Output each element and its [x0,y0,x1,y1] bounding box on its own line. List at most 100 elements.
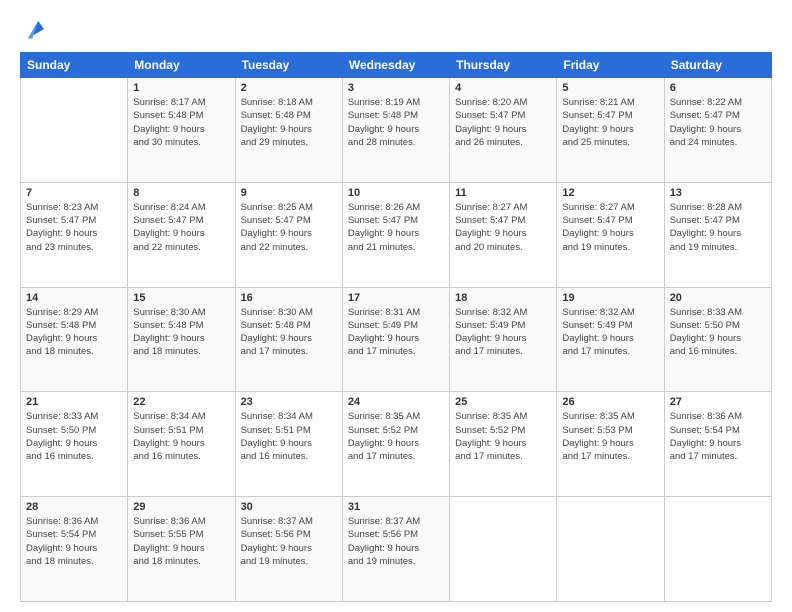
week-row-1: 7 Sunrise: 8:23 AM Sunset: 5:47 PM Daylig… [21,182,772,287]
day-info: Sunrise: 8:31 AM Sunset: 5:49 PM Dayligh… [348,306,444,359]
day-info: Sunrise: 8:37 AM Sunset: 5:56 PM Dayligh… [241,515,337,568]
day-number: 1 [133,82,229,94]
day-info: Sunrise: 8:30 AM Sunset: 5:48 PM Dayligh… [133,306,229,359]
logo-icon [22,18,44,40]
calendar-cell: 27 Sunrise: 8:36 AM Sunset: 5:54 PM Dayli… [664,392,771,497]
calendar-cell: 18 Sunrise: 8:32 AM Sunset: 5:49 PM Dayli… [450,287,557,392]
day-number: 16 [241,292,337,304]
calendar-cell: 2 Sunrise: 8:18 AM Sunset: 5:48 PM Daylig… [235,78,342,183]
day-number: 10 [348,187,444,199]
calendar-cell [557,497,664,602]
day-info: Sunrise: 8:26 AM Sunset: 5:47 PM Dayligh… [348,201,444,254]
calendar-cell: 13 Sunrise: 8:28 AM Sunset: 5:47 PM Dayli… [664,182,771,287]
calendar-cell: 25 Sunrise: 8:35 AM Sunset: 5:52 PM Dayli… [450,392,557,497]
calendar-cell: 9 Sunrise: 8:25 AM Sunset: 5:47 PM Daylig… [235,182,342,287]
day-info: Sunrise: 8:32 AM Sunset: 5:49 PM Dayligh… [562,306,658,359]
calendar-cell: 31Sunrise: 8:37 AM Sunset: 5:56 PM Dayli… [342,497,449,602]
day-number: 19 [562,292,658,304]
day-number: 24 [348,396,444,408]
day-info: Sunrise: 8:24 AM Sunset: 5:47 PM Dayligh… [133,201,229,254]
day-info: Sunrise: 8:32 AM Sunset: 5:49 PM Dayligh… [455,306,551,359]
day-info: Sunrise: 8:23 AM Sunset: 5:47 PM Dayligh… [26,201,122,254]
page: SundayMondayTuesdayWednesdayThursdayFrid… [0,0,792,612]
calendar-table: SundayMondayTuesdayWednesdayThursdayFrid… [20,52,772,602]
weekday-header-wednesday: Wednesday [342,53,449,78]
day-info: Sunrise: 8:33 AM Sunset: 5:50 PM Dayligh… [26,410,122,463]
day-number: 14 [26,292,122,304]
day-number: 9 [241,187,337,199]
calendar-cell: 10 Sunrise: 8:26 AM Sunset: 5:47 PM Dayli… [342,182,449,287]
day-info: Sunrise: 8:18 AM Sunset: 5:48 PM Dayligh… [241,96,337,149]
day-number: 2 [241,82,337,94]
day-info: Sunrise: 8:28 AM Sunset: 5:47 PM Dayligh… [670,201,766,254]
day-info: Sunrise: 8:35 AM Sunset: 5:52 PM Dayligh… [348,410,444,463]
calendar-cell: 15 Sunrise: 8:30 AM Sunset: 5:48 PM Dayli… [128,287,235,392]
day-info: Sunrise: 8:22 AM Sunset: 5:47 PM Dayligh… [670,96,766,149]
day-number: 29 [133,501,229,513]
day-info: Sunrise: 8:19 AM Sunset: 5:48 PM Dayligh… [348,96,444,149]
calendar-cell: 24 Sunrise: 8:35 AM Sunset: 5:52 PM Dayli… [342,392,449,497]
day-info: Sunrise: 8:21 AM Sunset: 5:47 PM Dayligh… [562,96,658,149]
calendar-cell [664,497,771,602]
week-row-0: 1 Sunrise: 8:17 AM Sunset: 5:48 PM Daylig… [21,78,772,183]
weekday-header-monday: Monday [128,53,235,78]
day-number: 5 [562,82,658,94]
day-info: Sunrise: 8:25 AM Sunset: 5:47 PM Dayligh… [241,201,337,254]
day-info: Sunrise: 8:35 AM Sunset: 5:53 PM Dayligh… [562,410,658,463]
day-number: 12 [562,187,658,199]
calendar-cell: 16Sunrise: 8:30 AM Sunset: 5:48 PM Dayli… [235,287,342,392]
calendar-cell: 5 Sunrise: 8:21 AM Sunset: 5:47 PM Daylig… [557,78,664,183]
weekday-header-thursday: Thursday [450,53,557,78]
day-number: 15 [133,292,229,304]
calendar-cell: 29 Sunrise: 8:36 AM Sunset: 5:55 PM Dayli… [128,497,235,602]
day-number: 31 [348,501,444,513]
day-number: 27 [670,396,766,408]
calendar-cell: 14Sunrise: 8:29 AM Sunset: 5:48 PM Dayli… [21,287,128,392]
calendar-cell: 28 Sunrise: 8:36 AM Sunset: 5:54 PM Dayli… [21,497,128,602]
day-number: 13 [670,187,766,199]
day-number: 30 [241,501,337,513]
calendar-cell: 22Sunrise: 8:34 AM Sunset: 5:51 PM Dayli… [128,392,235,497]
day-number: 4 [455,82,551,94]
weekday-header-sunday: Sunday [21,53,128,78]
day-number: 3 [348,82,444,94]
day-info: Sunrise: 8:27 AM Sunset: 5:47 PM Dayligh… [455,201,551,254]
week-row-4: 28 Sunrise: 8:36 AM Sunset: 5:54 PM Dayli… [21,497,772,602]
day-info: Sunrise: 8:36 AM Sunset: 5:55 PM Dayligh… [133,515,229,568]
calendar-cell: 30 Sunrise: 8:37 AM Sunset: 5:56 PM Dayli… [235,497,342,602]
day-number: 23 [241,396,337,408]
calendar-cell: 21Sunrise: 8:33 AM Sunset: 5:50 PM Dayli… [21,392,128,497]
day-info: Sunrise: 8:34 AM Sunset: 5:51 PM Dayligh… [241,410,337,463]
week-row-3: 21Sunrise: 8:33 AM Sunset: 5:50 PM Dayli… [21,392,772,497]
day-info: Sunrise: 8:36 AM Sunset: 5:54 PM Dayligh… [26,515,122,568]
day-info: Sunrise: 8:34 AM Sunset: 5:51 PM Dayligh… [133,410,229,463]
day-info: Sunrise: 8:17 AM Sunset: 5:48 PM Dayligh… [133,96,229,149]
weekday-header-row: SundayMondayTuesdayWednesdayThursdayFrid… [21,53,772,78]
day-info: Sunrise: 8:27 AM Sunset: 5:47 PM Dayligh… [562,201,658,254]
day-number: 7 [26,187,122,199]
calendar-cell: 17 Sunrise: 8:31 AM Sunset: 5:49 PM Dayli… [342,287,449,392]
calendar-cell [450,497,557,602]
day-number: 11 [455,187,551,199]
calendar-cell: 4Sunrise: 8:20 AM Sunset: 5:47 PM Daylig… [450,78,557,183]
calendar-cell: 3 Sunrise: 8:19 AM Sunset: 5:48 PM Daylig… [342,78,449,183]
week-row-2: 14Sunrise: 8:29 AM Sunset: 5:48 PM Dayli… [21,287,772,392]
day-info: Sunrise: 8:36 AM Sunset: 5:54 PM Dayligh… [670,410,766,463]
day-number: 8 [133,187,229,199]
calendar-cell [21,78,128,183]
day-number: 17 [348,292,444,304]
calendar-cell: 26Sunrise: 8:35 AM Sunset: 5:53 PM Dayli… [557,392,664,497]
weekday-header-tuesday: Tuesday [235,53,342,78]
day-number: 18 [455,292,551,304]
day-number: 6 [670,82,766,94]
day-number: 25 [455,396,551,408]
calendar-cell: 11 Sunrise: 8:27 AM Sunset: 5:47 PM Dayli… [450,182,557,287]
day-number: 28 [26,501,122,513]
header [20,18,772,42]
calendar-cell: 19 Sunrise: 8:32 AM Sunset: 5:49 PM Dayli… [557,287,664,392]
day-info: Sunrise: 8:35 AM Sunset: 5:52 PM Dayligh… [455,410,551,463]
weekday-header-saturday: Saturday [664,53,771,78]
calendar-cell: 6 Sunrise: 8:22 AM Sunset: 5:47 PM Daylig… [664,78,771,183]
day-info: Sunrise: 8:33 AM Sunset: 5:50 PM Dayligh… [670,306,766,359]
calendar-cell: 1 Sunrise: 8:17 AM Sunset: 5:48 PM Daylig… [128,78,235,183]
